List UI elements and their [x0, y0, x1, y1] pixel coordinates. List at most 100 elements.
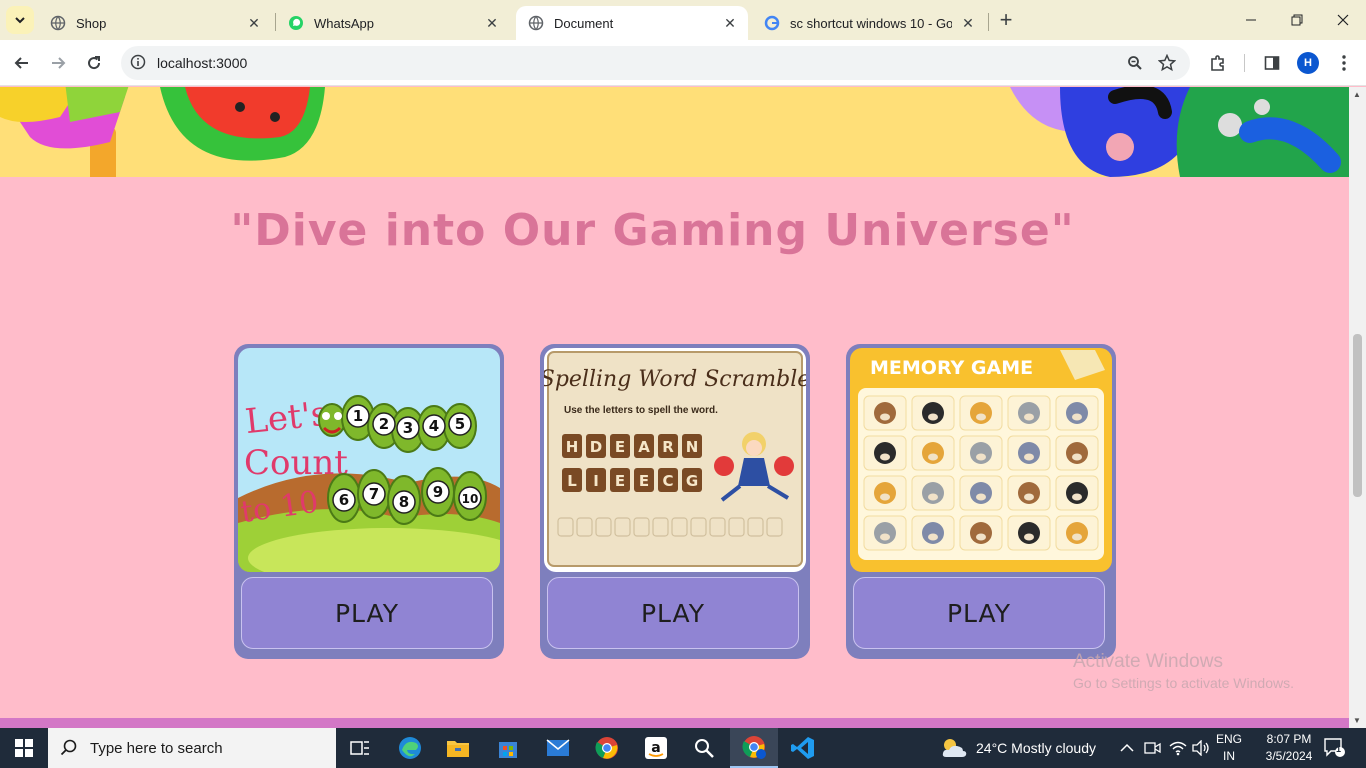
vertical-scrollbar[interactable]: ▲ ▼	[1349, 87, 1366, 728]
animal-face-icon	[874, 522, 896, 544]
side-panel-icon	[1264, 56, 1280, 70]
menu-button[interactable]	[1330, 49, 1358, 77]
puzzle-icon	[1211, 55, 1224, 71]
zoom-icon[interactable]	[1125, 53, 1145, 73]
taskbar-search-tool[interactable]	[680, 728, 728, 768]
tray-volume[interactable]	[1192, 728, 1210, 768]
taskbar-mail[interactable]	[534, 728, 582, 768]
clock[interactable]: 8:07 PM 3/5/2024	[1246, 731, 1332, 765]
taskbar-edge[interactable]	[386, 728, 434, 768]
animal-muzzle	[880, 413, 890, 421]
weather-widget[interactable]: 24°C Mostly cloudy	[940, 728, 1096, 768]
tray-overflow[interactable]	[1120, 728, 1134, 768]
animal-muzzle	[880, 493, 890, 501]
animal-face-icon	[970, 402, 992, 424]
animal-face-icon	[1018, 402, 1040, 424]
profile-avatar[interactable]: H	[1297, 52, 1319, 74]
animal-muzzle	[976, 533, 986, 541]
new-tab-button[interactable]: +	[994, 9, 1018, 33]
close-icon[interactable]: ✕	[722, 15, 738, 31]
scroll-down-icon[interactable]: ▼	[1353, 716, 1361, 725]
image-subtitle: Use the letters to spell the word.	[564, 405, 718, 416]
weather-text: 24°C Mostly cloudy	[976, 740, 1096, 756]
close-icon[interactable]: ✕	[484, 15, 500, 31]
svg-text:4: 4	[429, 417, 439, 435]
notification-count: 1	[1336, 744, 1342, 754]
taskbar-file-explorer[interactable]	[434, 728, 482, 768]
tray-network[interactable]	[1169, 728, 1187, 768]
svg-text:5: 5	[455, 415, 465, 433]
tab-search-button[interactable]	[6, 6, 34, 34]
tab-title: sc shortcut windows 10 - Google	[790, 15, 952, 31]
taskbar-chrome[interactable]	[583, 728, 631, 768]
scroll-up-icon[interactable]: ▲	[1353, 90, 1361, 99]
restore-button[interactable]	[1274, 0, 1320, 40]
letter-tile-text: I	[593, 472, 599, 490]
tab-shop[interactable]: Shop ✕	[38, 6, 272, 40]
tab-document[interactable]: Document ✕	[516, 6, 748, 40]
animal-face-icon	[1018, 522, 1040, 544]
svg-text:a: a	[651, 740, 660, 756]
bookmark-star-icon[interactable]	[1157, 53, 1177, 73]
animal-face-icon	[922, 442, 944, 464]
play-button[interactable]: PLAY	[241, 577, 493, 649]
address-bar[interactable]: localhost:3000	[121, 46, 1190, 80]
animal-face-icon	[922, 522, 944, 544]
restore-icon	[1291, 14, 1303, 26]
close-icon	[1337, 14, 1349, 26]
tray-meet[interactable]	[1144, 728, 1162, 768]
play-button[interactable]: PLAY	[853, 577, 1105, 649]
animal-muzzle	[928, 533, 938, 541]
chrome-icon	[595, 737, 618, 759]
reload-icon	[88, 56, 101, 70]
forward-button[interactable]	[44, 49, 72, 77]
store-icon	[499, 742, 517, 758]
image-title: Spelling Word Scramble	[544, 367, 806, 392]
tab-google-search[interactable]: sc shortcut windows 10 - Google ✕	[752, 6, 986, 40]
page-content: "Dive into Our Gaming Universe" Let's Co…	[0, 87, 1349, 728]
task-view-button[interactable]	[336, 728, 384, 768]
site-info-icon[interactable]	[130, 54, 146, 75]
close-icon[interactable]: ✕	[960, 15, 976, 31]
animal-muzzle	[1072, 493, 1082, 501]
play-button[interactable]: PLAY	[547, 577, 799, 649]
svg-text:9: 9	[433, 483, 443, 501]
minimize-button[interactable]	[1228, 0, 1274, 40]
language-indicator[interactable]: ENG IN	[1216, 731, 1242, 765]
animal-face-icon	[1066, 522, 1088, 544]
close-icon[interactable]: ✕	[246, 15, 262, 31]
chevron-down-icon	[15, 17, 25, 24]
letter-tile-text: E	[639, 472, 649, 490]
close-window-button[interactable]	[1320, 0, 1366, 40]
animal-face-icon	[874, 442, 896, 464]
memory-game-image[interactable]: MEMORY GAME	[850, 348, 1112, 572]
animal-face-icon	[1066, 402, 1088, 424]
svg-text:1: 1	[353, 407, 363, 425]
animal-face-icon	[1066, 442, 1088, 464]
scrollbar-thumb[interactable]	[1353, 334, 1362, 497]
mail-icon	[546, 739, 570, 756]
taskbar-store[interactable]	[484, 728, 532, 768]
taskbar-amazon[interactable]: a	[632, 728, 680, 768]
animal-muzzle	[928, 493, 938, 501]
footer-strip	[0, 718, 1349, 728]
tab-whatsapp[interactable]: WhatsApp ✕	[276, 6, 510, 40]
page-heading: "Dive into Our Gaming Universe"	[230, 205, 1075, 256]
tab-divider	[988, 13, 989, 31]
taskbar-vscode[interactable]	[779, 728, 827, 768]
arrow-right-icon	[52, 57, 66, 69]
animal-muzzle	[1024, 493, 1034, 501]
taskbar-chrome-profile[interactable]	[730, 728, 778, 768]
side-panel-button[interactable]	[1258, 49, 1286, 77]
start-button[interactable]	[0, 728, 48, 768]
url-text[interactable]: localhost:3000	[157, 55, 247, 71]
taskbar-search[interactable]: Type here to search	[48, 728, 336, 768]
notification-center[interactable]: 1	[1324, 728, 1346, 768]
back-button[interactable]	[8, 49, 36, 77]
counting-game-image[interactable]: Let's Count to 10 1 2 3 4 5 6 7 8 9 10	[238, 348, 500, 572]
hero-banner-image	[0, 87, 1349, 177]
extensions-button[interactable]	[1204, 49, 1232, 77]
reload-button[interactable]	[80, 49, 108, 77]
image-text: Count	[244, 443, 348, 483]
word-scramble-image[interactable]: Spelling Word Scramble Use the letters t…	[544, 348, 806, 572]
